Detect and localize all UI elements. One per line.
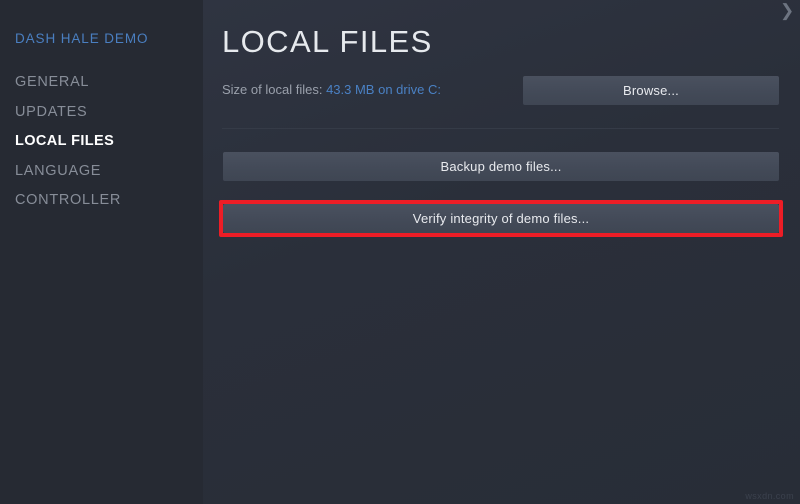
local-files-size-row: Size of local files: 43.3 MB on drive C: (222, 82, 441, 98)
sidebar-item-local-files[interactable]: LOCAL FILES (15, 127, 195, 157)
browse-button[interactable]: Browse... (523, 76, 779, 105)
size-value: 43.3 MB on drive C: (326, 82, 441, 97)
watermark: wsxdn.com (745, 491, 794, 501)
size-label: Size of local files: (222, 82, 323, 97)
sidebar-item-general[interactable]: GENERAL (15, 68, 195, 98)
steam-properties-window: DASH HALE DEMO GENERAL UPDATES LOCAL FIL… (0, 0, 800, 504)
section-divider (222, 128, 779, 129)
sidebar-item-updates[interactable]: UPDATES (15, 98, 195, 128)
sidebar-item-controller[interactable]: CONTROLLER (15, 186, 195, 216)
sidebar-item-language[interactable]: LANGUAGE (15, 157, 195, 187)
sidebar: DASH HALE DEMO GENERAL UPDATES LOCAL FIL… (0, 0, 203, 504)
verify-integrity-button[interactable]: Verify integrity of demo files... (223, 204, 779, 233)
sidebar-nav: GENERAL UPDATES LOCAL FILES LANGUAGE CON… (15, 68, 195, 216)
page-title: LOCAL FILES (222, 24, 433, 59)
chevron-right-icon[interactable]: ❯ (780, 1, 798, 21)
sidebar-game-title: DASH HALE DEMO (15, 31, 149, 46)
backup-demo-files-button[interactable]: Backup demo files... (223, 152, 779, 181)
main-content: LOCAL FILES Size of local files: 43.3 MB… (203, 0, 800, 504)
